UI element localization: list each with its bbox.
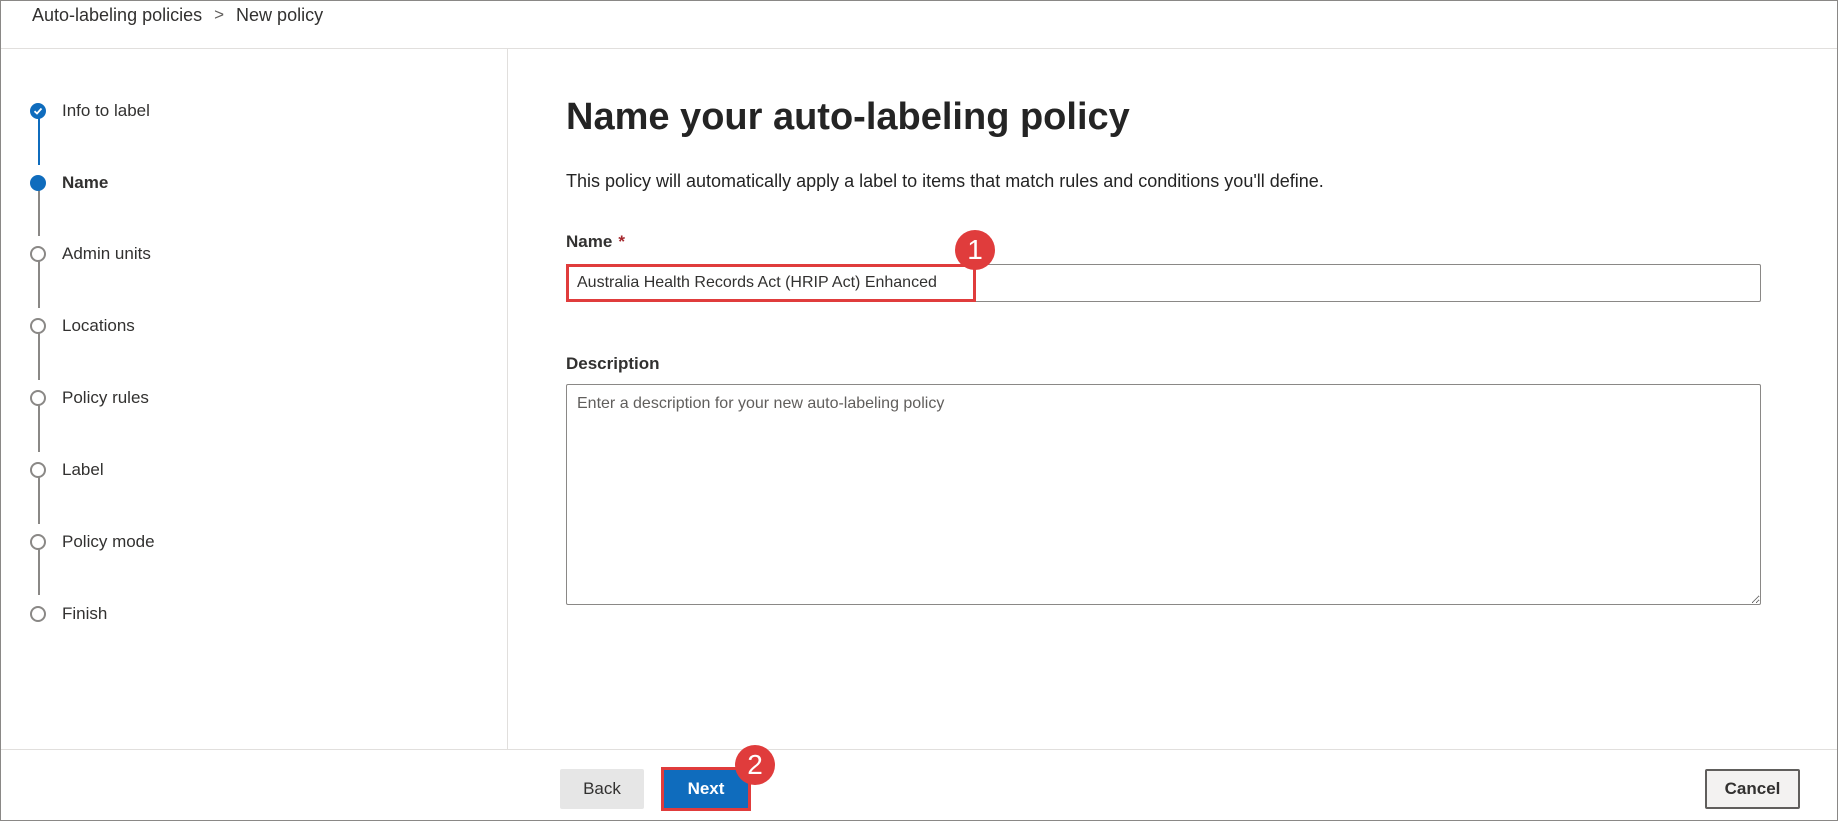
name-label-text: Name (566, 232, 613, 251)
pending-step-icon (30, 534, 46, 550)
step-policy-mode[interactable]: Policy mode (1, 530, 301, 554)
breadcrumb-current: New policy (236, 4, 324, 25)
step-name[interactable]: Name (1, 171, 301, 195)
step-label: Name (62, 173, 109, 192)
step-locations[interactable]: Locations (1, 314, 301, 338)
step-label: Policy rules (62, 388, 149, 407)
step-connector (38, 333, 40, 380)
step-label: Policy mode (62, 532, 155, 551)
step-label: Label (62, 460, 104, 479)
current-step-icon (30, 175, 46, 191)
step-label: Finish (62, 604, 108, 623)
back-button[interactable]: Back (560, 769, 644, 809)
step-connector (38, 405, 40, 452)
pending-step-icon (30, 606, 46, 622)
pending-step-icon (30, 462, 46, 478)
breadcrumb-parent-link[interactable]: Auto-labeling policies (32, 5, 202, 26)
breadcrumb-chevron-icon: > (214, 5, 225, 24)
step-label: Admin units (62, 244, 151, 263)
annotation-badge-1: 1 (955, 230, 995, 270)
step-connector (38, 190, 40, 236)
page-title: Name your auto-labeling policy (566, 96, 1130, 138)
checkmark-icon (30, 103, 46, 119)
step-finish[interactable]: Finish (1, 602, 301, 626)
step-connector (38, 261, 40, 308)
step-connector (38, 549, 40, 595)
pending-step-icon (30, 246, 46, 262)
step-label: Info to label (62, 101, 150, 120)
pending-step-icon (30, 390, 46, 406)
description-field-label: Description (566, 354, 660, 373)
step-label[interactable]: Label (1, 458, 301, 482)
breadcrumb: Auto-labeling policies > New policy (32, 3, 323, 27)
pending-step-icon (30, 318, 46, 334)
step-connector (38, 118, 40, 165)
page-description: This policy will automatically apply a l… (566, 171, 1324, 191)
step-label: Locations (62, 316, 135, 335)
required-marker: * (618, 232, 625, 251)
name-input[interactable] (566, 264, 1761, 302)
step-policy-rules[interactable]: Policy rules (1, 386, 301, 410)
wizard-steps-panel: Info to label Name Admin units Locations… (1, 49, 508, 749)
step-info-to-label[interactable]: Info to label (1, 99, 301, 123)
cancel-button[interactable]: Cancel (1705, 769, 1800, 809)
next-button[interactable]: Next (663, 769, 749, 809)
name-field-label: Name * (566, 232, 625, 252)
step-admin-units[interactable]: Admin units (1, 242, 301, 266)
footer-divider (1, 749, 1837, 750)
annotation-badge-2: 2 (735, 745, 775, 785)
description-textarea[interactable] (566, 384, 1761, 605)
step-connector (38, 477, 40, 524)
